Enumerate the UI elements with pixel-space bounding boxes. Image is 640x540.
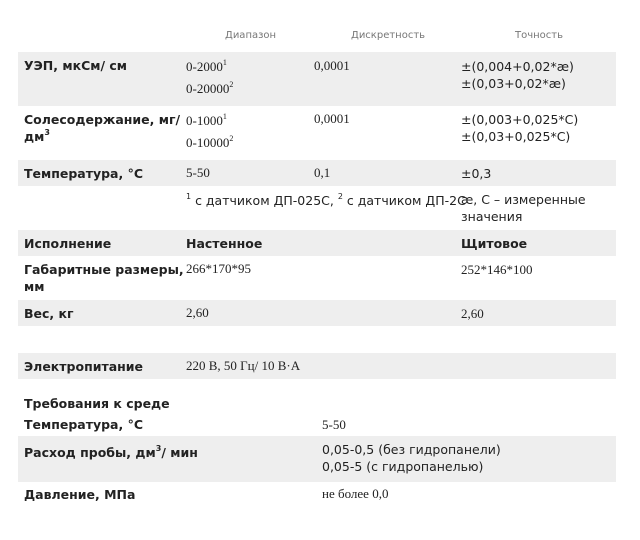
uep-acc2: ±(0,03+0,02*æ) [461, 76, 566, 91]
env-temp-label: Температура, °С [24, 417, 144, 432]
salt-discreteness: 0,0001 [314, 111, 350, 126]
row-salt: Солесодержание, мг/ дм3 0-10001 0-100002… [18, 106, 616, 160]
salt-label-line1: Солесодержание, мг/ [24, 112, 181, 127]
temp-range: 5-50 [186, 165, 210, 180]
env-flow-value: 0,05-0,5 (без гидропанели) 0,05-5 (с гид… [322, 441, 501, 475]
uep-range1-sup: 1 [222, 58, 227, 67]
env-title: Требования к среде [24, 396, 170, 411]
env-flow-value2: 0,05-5 (с гидропанелью) [322, 459, 484, 474]
row-env-flow: Расход пробы, дм3/ мин 0,05-0,5 (без гид… [18, 436, 616, 482]
uep-acc1: ±(0,004+0,02*æ) [461, 59, 574, 74]
dimensions-label-line1: Габаритные размеры, [24, 262, 184, 277]
row-notes: 1 с датчиком ДП-025С, 2 с датчиком ДП-2С… [18, 186, 616, 230]
uep-discreteness: 0,0001 [314, 58, 350, 73]
dimensions-label: Габаритные размеры, мм [24, 261, 184, 295]
uep-range2-sup: 2 [229, 80, 234, 89]
salt-label: Солесодержание, мг/ дм3 [24, 111, 180, 145]
notes-sensors: 1 с датчиком ДП-025С, 2 с датчиком ДП-2С [186, 192, 466, 209]
header-discreteness: Дискретность [351, 30, 426, 41]
notes-text2: с датчиком ДП-2С [342, 193, 466, 208]
salt-label-sup: 3 [44, 128, 50, 137]
header-range: Диапазон [225, 30, 277, 41]
row-temperature: Температура, °С 5-50 0,1 ±0,3 [18, 160, 616, 186]
execution-label: Исполнение [24, 236, 112, 251]
notes-right2: значения [461, 209, 523, 224]
dimensions-wall: 266*170*95 [186, 261, 251, 276]
uep-label: УЭП, мкСм/ см [24, 58, 128, 73]
uep-accuracy: ±(0,004+0,02*æ) ±(0,03+0,02*æ) [461, 58, 574, 92]
row-power: Электропитание 220 В, 50 Гц/ 10 В·А [18, 353, 616, 379]
salt-range2: 0-10000 [186, 135, 230, 150]
power-label: Электропитание [24, 359, 144, 374]
uep-range1: 0-2000 [186, 59, 223, 74]
dimensions-panel: 252*146*100 [461, 262, 533, 277]
env-pressure-value: не более 0,0 [322, 486, 389, 501]
salt-range1-sup: 1 [222, 112, 227, 121]
notes-text1: с датчиком ДП-025С, [191, 193, 338, 208]
salt-range: 0-10001 0-100002 [186, 110, 233, 154]
dimensions-label-line2: мм [24, 279, 45, 294]
row-dimensions: Габаритные размеры, мм 266*170*95 252*14… [18, 256, 616, 300]
header-accuracy: Точность [515, 30, 564, 41]
env-flow-label: Расход пробы, дм3/ мин [24, 444, 198, 461]
salt-range1: 0-1000 [186, 113, 223, 128]
salt-accuracy: ±(0,003+0,025*C) ±(0,03+0,025*C) [461, 111, 578, 145]
env-flow-label-text: Расход пробы, дм [24, 445, 156, 460]
power-value: 220 В, 50 Гц/ 10 В·А [186, 358, 301, 373]
uep-range: 0-20001 0-200002 [186, 56, 233, 100]
row-env-pressure: Давление, МПа не более 0,0 [18, 482, 616, 508]
row-uep: УЭП, мкСм/ см 0-20001 0-200002 0,0001 ±(… [18, 52, 616, 106]
env-flow-label-tail: / мин [161, 445, 198, 460]
salt-range2-sup: 2 [229, 134, 234, 143]
salt-acc1: ±(0,003+0,025*C) [461, 112, 579, 127]
notes-measured: æ, С – измеренные значения [461, 191, 586, 225]
weight-wall: 2,60 [186, 305, 209, 320]
env-pressure-label: Давление, МПа [24, 487, 136, 502]
weight-panel: 2,60 [461, 306, 484, 321]
env-temp-value: 5-50 [322, 417, 346, 432]
row-weight: Вес, кг 2,60 2,60 [18, 300, 616, 326]
env-flow-value1: 0,05-0,5 (без гидропанели) [322, 442, 501, 457]
uep-range2: 0-20000 [186, 81, 230, 96]
temp-accuracy: ±0,3 [461, 166, 492, 181]
salt-label-line2: дм [24, 129, 45, 144]
row-execution: Исполнение Настенное Щитовое [18, 230, 616, 256]
row-env-temp: Температура, °С 5-50 [18, 414, 616, 436]
weight-label: Вес, кг [24, 306, 74, 321]
temp-label: Температура, °С [24, 166, 144, 181]
execution-panel: Щитовое [461, 236, 528, 251]
execution-wall: Настенное [186, 236, 263, 251]
notes-right1: æ, С – измеренные [461, 192, 586, 207]
salt-acc2: ±(0,03+0,025*C) [461, 129, 571, 144]
temp-discreteness: 0,1 [314, 165, 331, 180]
